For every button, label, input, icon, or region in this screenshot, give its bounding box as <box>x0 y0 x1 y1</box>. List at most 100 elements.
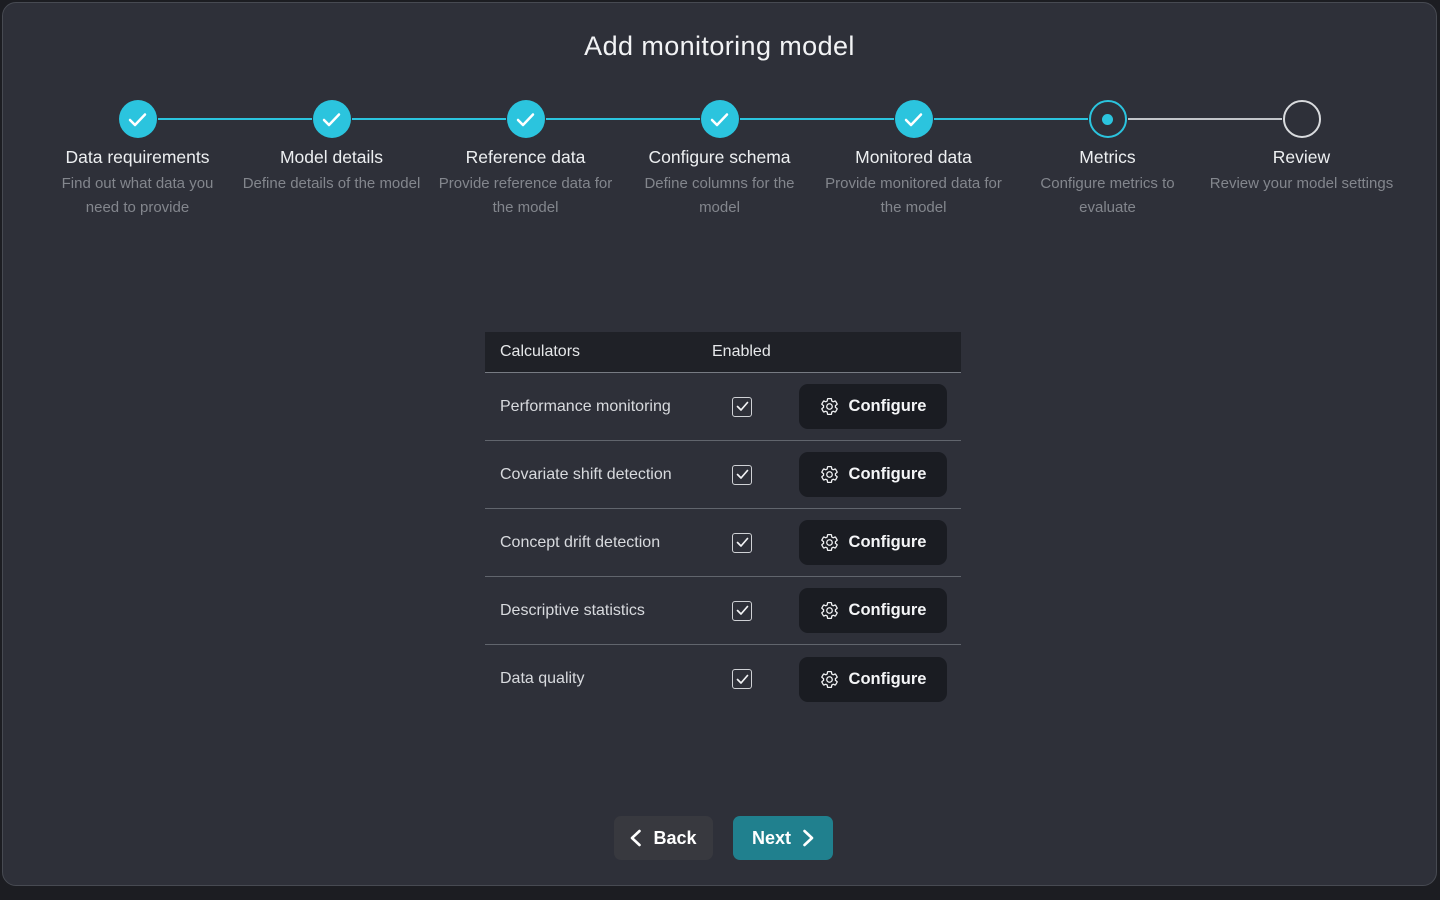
gear-icon <box>820 397 839 416</box>
stepper-connector <box>352 118 429 120</box>
enabled-checkbox[interactable] <box>732 397 752 417</box>
step-description: Provide monitored data for the model <box>821 172 1007 220</box>
wizard-stepper: Data requirements Find out what data you… <box>3 100 1436 220</box>
configure-button[interactable]: Configure <box>799 384 947 429</box>
configure-button-label: Configure <box>849 601 927 620</box>
table-header-row: Calculators Enabled <box>485 332 961 373</box>
stepper-connector <box>817 118 894 120</box>
table-row-covariate-shift-detection: Covariate shift detection Configure <box>485 441 961 509</box>
enabled-checkbox[interactable] <box>732 533 752 553</box>
calculator-label: Concept drift detection <box>500 534 732 552</box>
check-icon <box>904 112 923 127</box>
page-title: Add monitoring model <box>3 31 1436 62</box>
column-header-calculators: Calculators <box>500 343 712 361</box>
step-complete-indicator[interactable] <box>119 100 157 138</box>
step-description: Review your model settings <box>1209 172 1395 196</box>
calculator-label: Descriptive statistics <box>500 602 732 620</box>
stepper-track <box>1011 100 1205 138</box>
stepper-step-metrics: Metrics Configure metrics to evaluate <box>1011 100 1205 220</box>
configure-button[interactable]: Configure <box>799 657 947 702</box>
stepper-step-monitored-data: Monitored data Provide monitored data fo… <box>817 100 1011 220</box>
stepper-track <box>817 100 1011 138</box>
step-label: Configure schema <box>623 147 817 168</box>
check-icon <box>516 112 535 127</box>
configure-button[interactable]: Configure <box>799 452 947 497</box>
stepper-track <box>623 100 817 138</box>
stepper-connector <box>546 118 623 120</box>
gear-icon <box>820 465 839 484</box>
stepper-connector <box>623 118 700 120</box>
next-button-label: Next <box>752 828 791 849</box>
stepper-track <box>1205 100 1399 138</box>
stepper-track <box>429 100 623 138</box>
stepper-track <box>235 100 429 138</box>
check-icon <box>128 112 147 127</box>
calculator-label: Performance monitoring <box>500 398 732 416</box>
step-label: Review <box>1205 147 1399 168</box>
step-label: Reference data <box>429 147 623 168</box>
step-label: Monitored data <box>817 147 1011 168</box>
step-description: Provide reference data for the model <box>433 172 619 220</box>
step-upcoming-indicator <box>1283 100 1321 138</box>
table-row-performance-monitoring: Performance monitoring Configure <box>485 373 961 441</box>
stepper-step-configure-schema: Configure schema Define columns for the … <box>623 100 817 220</box>
enabled-checkbox[interactable] <box>732 465 752 485</box>
table-row-data-quality: Data quality Configure <box>485 645 961 713</box>
checked-checkbox-icon <box>736 605 749 616</box>
chevron-right-icon <box>803 829 814 847</box>
gear-icon <box>820 601 839 620</box>
stepper-connector <box>235 118 312 120</box>
configure-button[interactable]: Configure <box>799 588 947 633</box>
check-icon <box>322 112 341 127</box>
configure-button-label: Configure <box>849 670 927 689</box>
column-header-enabled: Enabled <box>712 343 771 361</box>
step-complete-indicator[interactable] <box>507 100 545 138</box>
stepper-connector <box>1205 118 1282 120</box>
stepper-step-reference-data: Reference data Provide reference data fo… <box>429 100 623 220</box>
back-button[interactable]: Back <box>614 816 713 860</box>
step-label: Metrics <box>1011 147 1205 168</box>
stepper-connector <box>1011 118 1088 120</box>
table-row-concept-drift-detection: Concept drift detection Configure <box>485 509 961 577</box>
next-button[interactable]: Next <box>733 816 833 860</box>
gear-icon <box>820 670 839 689</box>
stepper-track <box>41 100 235 138</box>
calculator-label: Data quality <box>500 670 732 688</box>
checked-checkbox-icon <box>736 401 749 412</box>
configure-button-label: Configure <box>849 533 927 552</box>
step-current-indicator <box>1089 100 1127 138</box>
checked-checkbox-icon <box>736 537 749 548</box>
step-description: Find out what data you need to provide <box>45 172 231 220</box>
step-complete-indicator[interactable] <box>701 100 739 138</box>
checked-checkbox-icon <box>736 469 749 480</box>
step-description: Define details of the model <box>239 172 425 196</box>
step-label: Model details <box>235 147 429 168</box>
step-label: Data requirements <box>41 147 235 168</box>
stepper-connector <box>740 118 817 120</box>
enabled-checkbox[interactable] <box>732 601 752 621</box>
checked-checkbox-icon <box>736 674 749 685</box>
calculators-table: Calculators Enabled Performance monitori… <box>485 332 961 713</box>
stepper-connector <box>158 118 235 120</box>
configure-button-label: Configure <box>849 397 927 416</box>
step-complete-indicator[interactable] <box>313 100 351 138</box>
configure-button-label: Configure <box>849 465 927 484</box>
add-model-dialog: Add monitoring model Data requirements F… <box>2 2 1437 886</box>
configure-button[interactable]: Configure <box>799 520 947 565</box>
calculator-label: Covariate shift detection <box>500 466 732 484</box>
step-description: Configure metrics to evaluate <box>1015 172 1201 220</box>
back-button-label: Back <box>653 828 696 849</box>
stepper-connector <box>934 118 1011 120</box>
stepper-step-review: Review Review your model settings <box>1205 100 1399 220</box>
table-row-descriptive-statistics: Descriptive statistics Configure <box>485 577 961 645</box>
stepper-step-model-details: Model details Define details of the mode… <box>235 100 429 220</box>
stepper-connector <box>1128 118 1205 120</box>
gear-icon <box>820 533 839 552</box>
check-icon <box>710 112 729 127</box>
stepper-connector <box>429 118 506 120</box>
stepper-step-data-requirements: Data requirements Find out what data you… <box>41 100 235 220</box>
step-complete-indicator[interactable] <box>895 100 933 138</box>
chevron-left-icon <box>630 829 641 847</box>
enabled-checkbox[interactable] <box>732 669 752 689</box>
dot-icon <box>1102 114 1113 125</box>
